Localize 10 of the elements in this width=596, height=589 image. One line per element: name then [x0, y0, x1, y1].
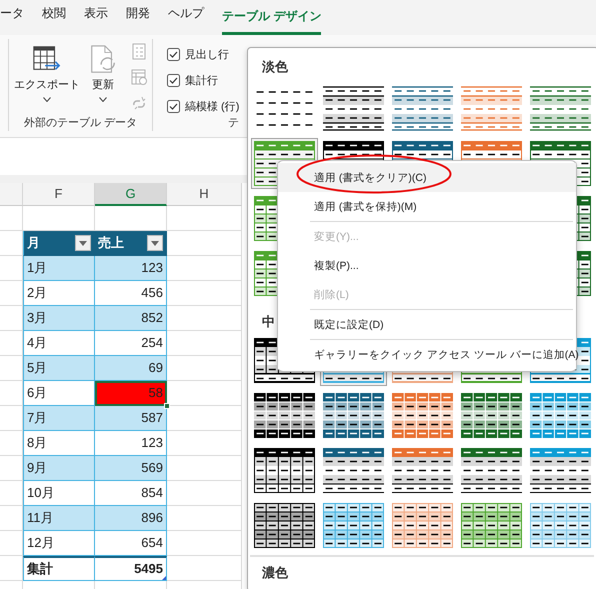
checkbox-label: 見出し行 — [185, 48, 229, 62]
section-title: 中 — [262, 313, 275, 331]
group-label: 外部のテーブル データ — [24, 116, 138, 131]
checkbox-label: 縞模様 (行) — [185, 100, 240, 114]
column-heading: 売上 — [98, 234, 124, 252]
group-label: テ — [228, 116, 239, 131]
section-title: 濃色 — [262, 564, 288, 582]
checkbox-label: 集計行 — [185, 74, 218, 88]
section-title: 淡色 — [262, 58, 288, 76]
column-heading: 月 — [27, 234, 40, 252]
